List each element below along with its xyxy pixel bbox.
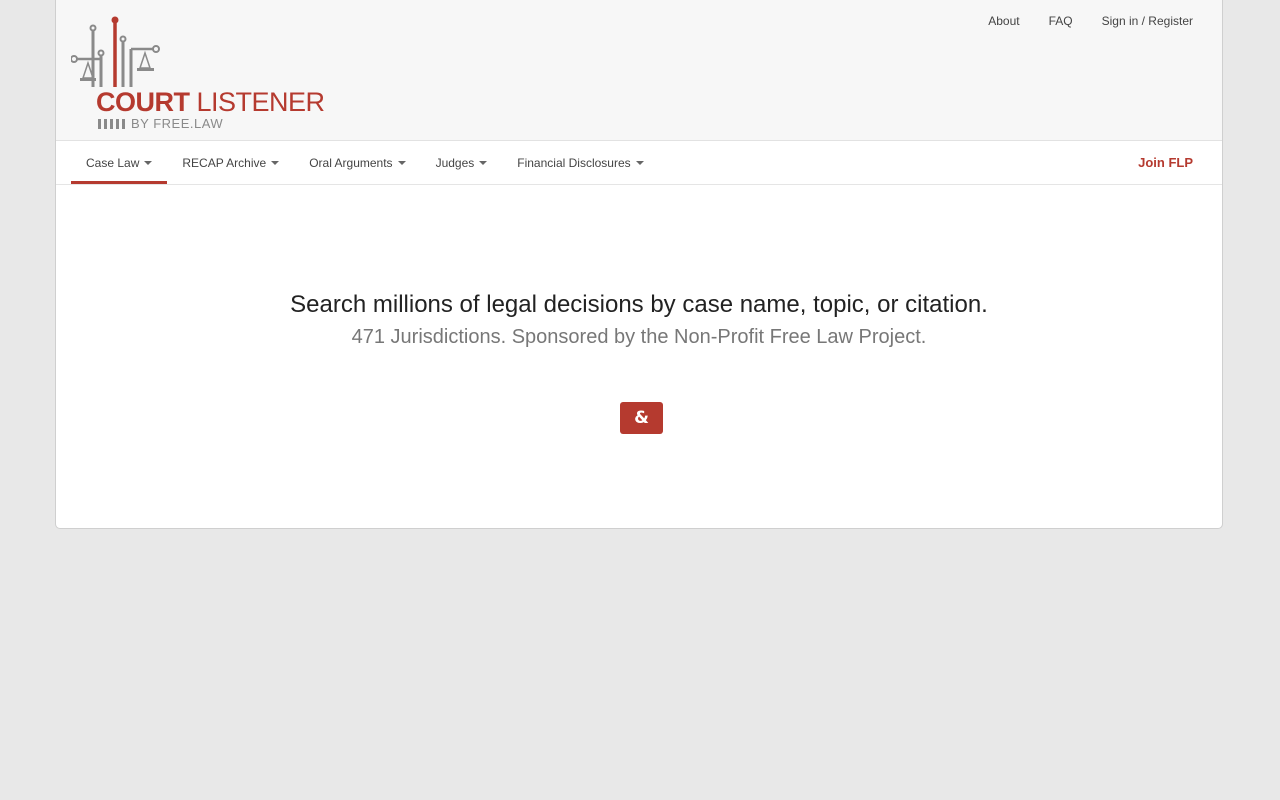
- nav-item-oral-arguments[interactable]: Oral Arguments: [294, 141, 420, 184]
- caret-down-icon: [144, 160, 153, 165]
- caret-down-icon: [271, 160, 280, 165]
- logo-wordmark: COURT LISTENER: [96, 87, 325, 117]
- faq-link[interactable]: FAQ: [1049, 14, 1073, 28]
- caret-down-icon: [635, 160, 644, 165]
- logo-tagline-row: BY FREE.LAW: [98, 117, 223, 131]
- search-button[interactable]: &: [620, 402, 663, 434]
- nav-item-label: Financial Disclosures: [517, 155, 631, 170]
- caret-down-icon: [397, 160, 406, 165]
- nav-menu: Case Law RECAP Archive Oral Arguments Ju…: [71, 141, 659, 184]
- scales-circuit-icon: [71, 16, 160, 87]
- nav-item-judges[interactable]: Judges: [421, 141, 503, 184]
- nav-item-label: RECAP Archive: [182, 155, 267, 170]
- join-flp-link[interactable]: Join FLP: [1138, 155, 1193, 170]
- nav-item-financial-disclosures[interactable]: Financial Disclosures: [502, 141, 658, 184]
- nav-item-label: Judges: [435, 155, 475, 170]
- nav-item-label: Case Law: [86, 155, 140, 170]
- hero-headline: Search millions of legal decisions by ca…: [290, 291, 988, 318]
- site-header: COURT LISTENER BY FREE.LAW About FAQ Sig…: [56, 0, 1222, 141]
- sign-in-register-link[interactable]: Sign in / Register: [1102, 14, 1193, 28]
- main-navbar: Case Law RECAP Archive Oral Arguments Ju…: [56, 141, 1222, 185]
- logo-word-court: COURT: [96, 87, 190, 117]
- nav-item-case-law[interactable]: Case Law: [71, 141, 168, 184]
- hero-section: Search millions of legal decisions by ca…: [56, 290, 1222, 350]
- nav-item-recap-archive[interactable]: RECAP Archive: [167, 141, 294, 184]
- top-links: About FAQ Sign in / Register: [959, 14, 1193, 28]
- caret-down-icon: [479, 160, 488, 165]
- logo-tagline: BY FREE.LAW: [131, 116, 224, 131]
- page-container: COURT LISTENER BY FREE.LAW About FAQ Sig…: [55, 0, 1223, 529]
- logo-bars-icon: [98, 119, 125, 129]
- hero-subheadline: 471 Jurisdictions. Sponsored by the Non-…: [351, 326, 927, 348]
- nav-item-label: Oral Arguments: [309, 155, 393, 170]
- about-link[interactable]: About: [988, 14, 1019, 28]
- courtlistener-logo[interactable]: COURT LISTENER BY FREE.LAW: [71, 15, 331, 135]
- logo-word-listener: LISTENER: [189, 87, 326, 117]
